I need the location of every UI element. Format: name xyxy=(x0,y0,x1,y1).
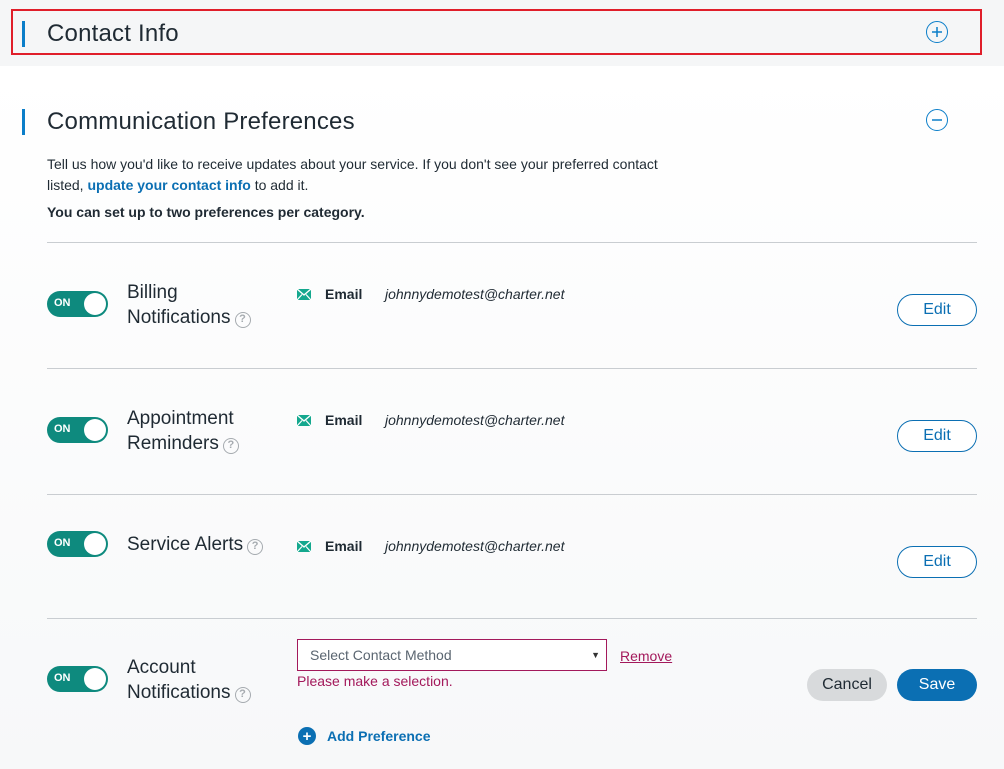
divider xyxy=(47,618,977,619)
toggle-knob xyxy=(84,419,106,441)
select-placeholder: Select Contact Method xyxy=(310,647,452,663)
account-notifications-label: Account Notifications? xyxy=(127,655,277,705)
pref-name-line2: Reminders xyxy=(127,433,219,454)
service-alerts-label: Service Alerts? xyxy=(127,532,297,557)
help-icon[interactable]: ? xyxy=(234,686,251,703)
contact-method: Email xyxy=(325,538,363,554)
pref-name-line1: Appointment xyxy=(127,408,234,429)
divider xyxy=(47,242,977,243)
appointment-reminders-toggle[interactable]: ON xyxy=(47,417,108,443)
contact-method: Email xyxy=(325,412,363,428)
help-icon[interactable]: ? xyxy=(234,311,251,328)
edit-billing-button[interactable]: Edit xyxy=(897,294,977,326)
update-contact-info-link[interactable]: update your contact info xyxy=(87,177,250,193)
description-text-2: to add it. xyxy=(250,177,309,193)
minus-circle-icon xyxy=(932,119,942,121)
contact-info-accent-bar xyxy=(22,21,25,47)
dropdown-arrow-icon: ▼ xyxy=(591,650,600,660)
pref-name-line1: Billing xyxy=(127,282,178,303)
pref-name-line1: Service Alerts xyxy=(127,534,244,555)
error-message: Please make a selection. xyxy=(297,673,453,689)
plus-circle-icon xyxy=(932,27,942,37)
divider xyxy=(47,368,977,369)
billing-notifications-toggle[interactable]: ON xyxy=(47,291,108,317)
communication-accent-bar xyxy=(22,109,25,135)
pref-name-line2: Notifications xyxy=(127,307,231,328)
toggle-label: ON xyxy=(54,672,71,684)
collapse-communication-button[interactable] xyxy=(926,109,948,131)
help-icon[interactable]: ? xyxy=(222,437,239,454)
contact-value: johnnydemotest@charter.net xyxy=(385,412,565,428)
communication-title: Communication Preferences xyxy=(47,108,355,135)
communication-description: Tell us how you'd like to receive update… xyxy=(47,154,667,196)
email-icon xyxy=(297,541,311,552)
toggle-label: ON xyxy=(54,423,71,435)
remove-link[interactable]: Remove xyxy=(620,648,672,664)
help-icon[interactable]: ? xyxy=(247,538,264,555)
service-alerts-toggle[interactable]: ON xyxy=(47,531,108,557)
contact-value: johnnydemotest@charter.net xyxy=(385,538,565,554)
divider xyxy=(47,494,977,495)
edit-service-alerts-button[interactable]: Edit xyxy=(897,546,977,578)
save-button[interactable]: Save xyxy=(897,669,977,701)
appointment-reminders-label: Appointment Reminders? xyxy=(127,406,277,456)
contact-method: Email xyxy=(325,286,363,302)
toggle-knob xyxy=(84,293,106,315)
expand-contact-info-button[interactable] xyxy=(926,21,948,43)
add-circle-icon: + xyxy=(298,727,316,745)
contact-method-select[interactable]: Select Contact Method ▼ xyxy=(297,639,607,671)
email-icon xyxy=(297,289,311,300)
pref-name-line2: Notifications xyxy=(127,682,231,703)
billing-notifications-label: Billing Notifications? xyxy=(127,280,277,330)
account-notifications-toggle[interactable]: ON xyxy=(47,666,108,692)
contact-value: johnnydemotest@charter.net xyxy=(385,286,565,302)
toggle-knob xyxy=(84,668,106,690)
preference-limit-note: You can set up to two preferences per ca… xyxy=(47,204,365,220)
edit-appointment-button[interactable]: Edit xyxy=(897,420,977,452)
contact-info-title: Contact Info xyxy=(47,20,179,47)
cancel-button[interactable]: Cancel xyxy=(807,669,887,701)
email-icon xyxy=(297,415,311,426)
add-preference-label: Add Preference xyxy=(327,728,431,744)
toggle-label: ON xyxy=(54,537,71,549)
pref-name-line1: Account xyxy=(127,657,196,678)
add-preference-button[interactable]: + Add Preference xyxy=(298,727,430,745)
toggle-label: ON xyxy=(54,297,71,309)
toggle-knob xyxy=(84,533,106,555)
